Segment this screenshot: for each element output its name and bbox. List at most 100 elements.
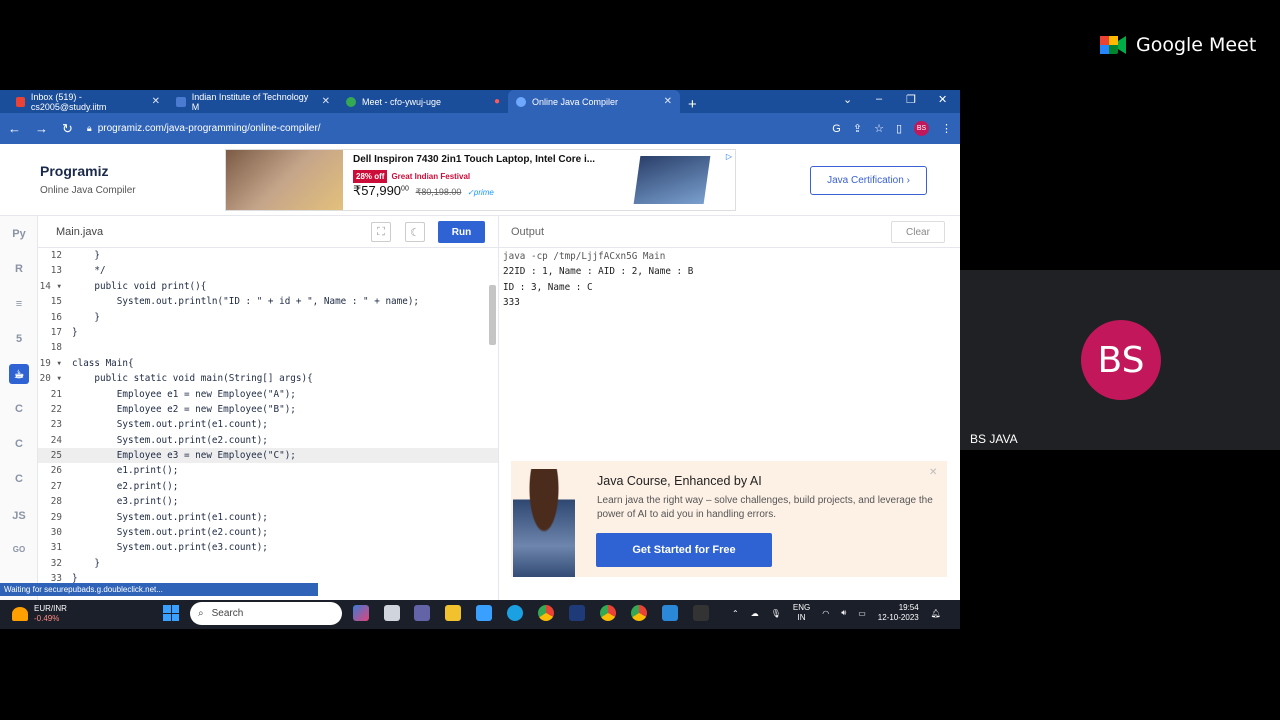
close-icon[interactable]: ✕ (664, 96, 672, 107)
wifi-icon[interactable]: ◠ (822, 609, 829, 618)
store-icon[interactable] (476, 605, 492, 621)
c-icon[interactable]: C (9, 399, 29, 419)
windows-start-icon[interactable] (163, 605, 179, 621)
task-view-icon[interactable] (384, 605, 400, 621)
code-line[interactable]: 22 Employee e2 = new Employee("B"); (38, 402, 498, 417)
code-editor[interactable]: 12 } 13 */14 ▾ public void print(){15 Sys… (38, 248, 498, 583)
line-number: 27 (50, 480, 62, 492)
ticker-widget[interactable]: EUR/INR -0.49% (12, 604, 67, 624)
onedrive-icon[interactable]: ☁ (751, 609, 759, 618)
copilot-icon[interactable] (353, 605, 369, 621)
java-certification-button[interactable]: Java Certification › (810, 166, 927, 195)
close-icon[interactable]: ✕ (322, 96, 330, 107)
code-line[interactable]: 19 ▾ class Main{ (38, 356, 498, 371)
code-line[interactable]: 26 e1.print(); (38, 463, 498, 478)
code-line[interactable]: 31 System.out.print(e3.count); (38, 540, 498, 555)
taskbar-search[interactable]: ⌕ Search (190, 602, 342, 625)
code-line[interactable]: 32 } (38, 556, 498, 571)
code-line[interactable]: 29 System.out.print(e1.count); (38, 510, 498, 525)
tab-search-icon[interactable]: ⌄ (843, 93, 852, 106)
forward-icon[interactable]: → (35, 121, 48, 136)
site-subtitle: Online Java Compiler (40, 185, 136, 196)
chrome-icon[interactable] (538, 605, 554, 621)
close-icon[interactable]: ✕ (152, 96, 160, 107)
vscode-icon[interactable] (569, 605, 585, 621)
new-tab-button[interactable]: + (688, 96, 697, 113)
file-tab-main-java[interactable]: Main.java (56, 226, 103, 238)
reload-icon[interactable]: ↻ (62, 121, 73, 137)
code-line[interactable]: 25 Employee e3 = new Employee("C"); (38, 448, 498, 464)
code-line[interactable]: 15 System.out.println("ID : " + id + ", … (38, 294, 498, 309)
code-line[interactable]: 24 System.out.print(e2.count); (38, 433, 498, 448)
side-panel-icon[interactable]: ▯ (896, 122, 902, 135)
code-line[interactable]: 17} (38, 325, 498, 340)
battery-icon[interactable]: ▭ (858, 609, 866, 618)
bookmark-star-icon[interactable]: ☆ (874, 122, 884, 135)
code-line[interactable]: 23 System.out.print(e1.count); (38, 417, 498, 432)
code-line[interactable]: 13 */ (38, 263, 498, 278)
adchoices-icon[interactable]: ▷ (726, 152, 732, 161)
chrome-active-icon[interactable] (631, 605, 647, 621)
share-icon[interactable]: ⇪ (853, 122, 862, 135)
tab-label: Online Java Compiler (532, 96, 619, 107)
code-line[interactable]: 16 } (38, 310, 498, 325)
close-window-button[interactable]: ✕ (938, 93, 947, 106)
microphone-icon[interactable]: 🎙︎ (771, 609, 781, 618)
pane-divider[interactable] (498, 216, 499, 600)
run-button[interactable]: Run (438, 221, 485, 243)
csharp-icon[interactable]: C (9, 469, 29, 489)
address-bar-row: ← → ↻ 🔒︎ programiz.com/java-programming/… (0, 113, 960, 144)
code-line[interactable]: 30 System.out.print(e2.count); (38, 525, 498, 540)
google-icon[interactable]: G (832, 123, 841, 135)
python-icon[interactable]: Py (9, 224, 29, 244)
chevron-up-icon[interactable]: ⌃ (732, 609, 739, 618)
tab-online-java-compiler[interactable]: Online Java Compiler ✕ (508, 90, 680, 113)
profile-avatar[interactable]: BS (914, 121, 929, 136)
url-field[interactable]: 🔒︎ programiz.com/java-programming/online… (87, 123, 321, 134)
code-line[interactable]: 20 ▾ public static void main(String[] ar… (38, 371, 498, 386)
edge-icon[interactable] (507, 605, 523, 621)
tab-meet[interactable]: Meet - cfo-ywuj-uge ● (338, 90, 508, 113)
language-indicator[interactable]: ENG IN (793, 603, 810, 623)
menu-kebab-icon[interactable]: ⋮ (941, 122, 952, 135)
r-icon[interactable]: R (9, 259, 29, 279)
code-line[interactable]: 21 Employee e1 = new Employee("A"); (38, 387, 498, 402)
code-line[interactable]: 18 (38, 340, 498, 355)
sql-icon[interactable]: ≡ (9, 294, 29, 314)
participant-tile[interactable]: BS BS JAVA (960, 270, 1280, 450)
programiz-logo[interactable]: Programiz (40, 163, 108, 179)
fullscreen-icon[interactable]: ⛶ (371, 222, 391, 242)
html-icon[interactable]: 5 (9, 329, 29, 349)
javascript-icon[interactable]: JS (9, 506, 29, 526)
code-line[interactable]: 27 e2.print(); (38, 479, 498, 494)
dark-mode-icon[interactable]: ☾ (405, 222, 425, 242)
course-ad-title: Java Course, Enhanced by AI (597, 474, 762, 488)
cpp-icon[interactable]: C (9, 434, 29, 454)
back-icon[interactable]: ← (8, 121, 21, 136)
go-icon[interactable]: GO (9, 539, 29, 559)
code-line[interactable]: 28 e3.print(); (38, 494, 498, 509)
close-icon[interactable]: ✕ (929, 467, 937, 478)
chrome-profile-icon[interactable] (600, 605, 616, 621)
restore-button[interactable]: ❐ (906, 93, 916, 106)
tab-inbox[interactable]: Inbox (519) - cs2005@study.iitm ✕ (0, 90, 168, 113)
java-icon[interactable]: ☕︎ (9, 364, 29, 384)
clock[interactable]: 19:54 12-10-2023 (878, 603, 919, 623)
tab-iitm[interactable]: Indian Institute of Technology M ✕ (168, 90, 338, 113)
code-line[interactable]: 33} (38, 571, 498, 583)
terminal-icon[interactable] (693, 605, 709, 621)
get-started-button[interactable]: Get Started for Free (596, 533, 772, 567)
banner-ad[interactable]: Dell Inspiron 7430 2in1 Touch Laptop, In… (225, 149, 736, 211)
teams-icon[interactable] (414, 605, 430, 621)
code-line[interactable]: 14 ▾ public void print(){ (38, 279, 498, 294)
editor-scrollbar[interactable] (489, 285, 496, 345)
notepad-icon[interactable] (662, 605, 678, 621)
output-label: Output (511, 226, 545, 238)
file-explorer-icon[interactable] (445, 605, 461, 621)
clear-button[interactable]: Clear (891, 221, 945, 243)
volume-icon[interactable]: 🔊︎ (841, 608, 846, 618)
notification-bell-icon[interactable]: 🔔︎ (931, 609, 941, 618)
minimize-button[interactable]: – (876, 93, 882, 105)
java-course-ad[interactable]: Java Course, Enhanced by AI Learn java t… (511, 461, 947, 577)
code-line[interactable]: 12 } (38, 248, 498, 263)
